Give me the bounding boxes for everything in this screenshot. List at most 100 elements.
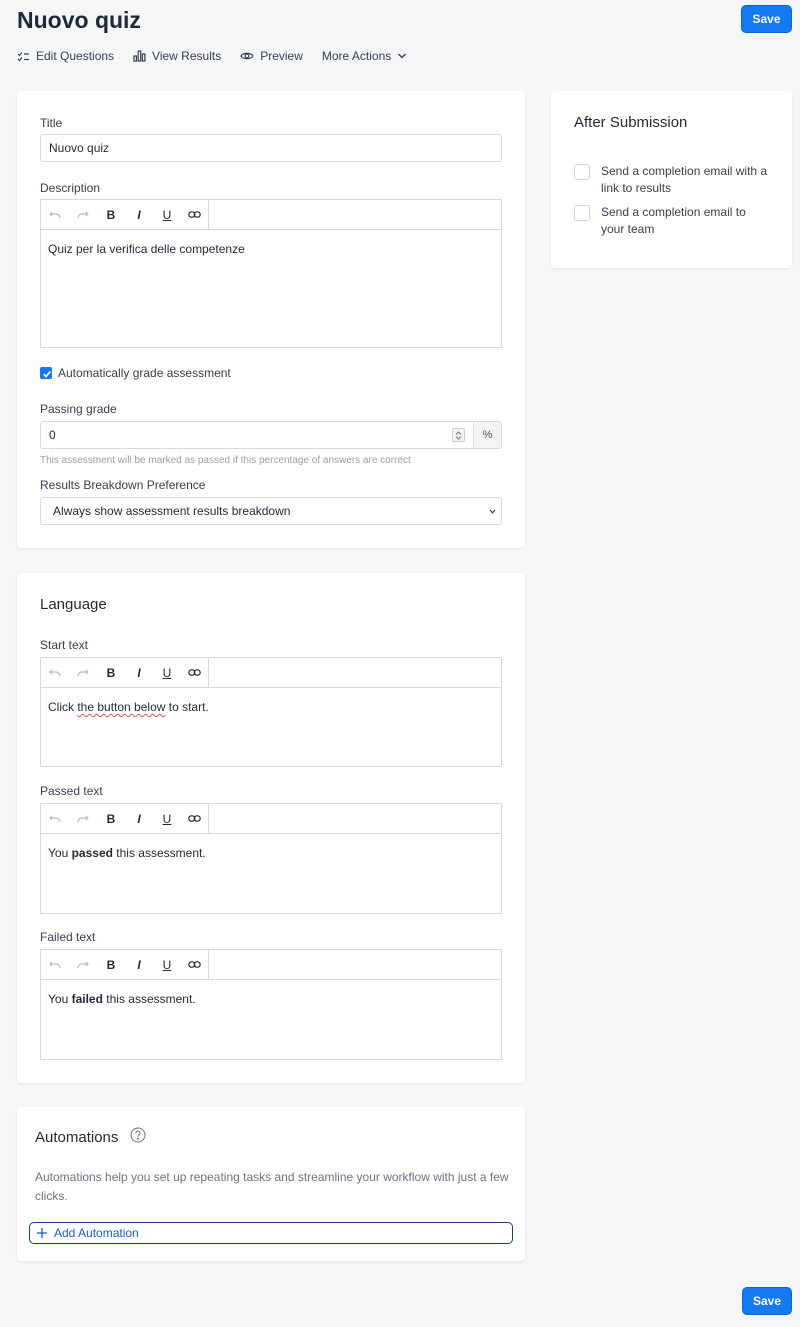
link-button[interactable] [181,804,209,833]
bold-button[interactable]: B [97,200,125,229]
italic-button[interactable]: I [125,804,153,833]
editor-toolbar: B I U [41,950,501,980]
auto-grade-label: Automatically grade assessment [58,366,231,380]
undo-icon [49,961,61,968]
redo-icon [77,669,89,676]
bold-button[interactable]: B [97,804,125,833]
language-title: Language [40,596,107,613]
check-icon [43,370,51,378]
title-input[interactable]: Nuovo quiz [40,134,502,162]
failed-text-content[interactable]: You failed this assessment. [41,980,501,1018]
chevron-down-icon [398,53,407,59]
preview-link[interactable]: Preview [240,49,303,63]
bold-button[interactable]: B [97,950,125,979]
more-actions-label: More Actions [321,49,392,63]
redo-button[interactable] [69,804,97,833]
quiz-settings-card: Title Nuovo quiz Description B I U Quiz … [17,91,525,548]
save-button-bottom[interactable]: Save [742,1287,792,1315]
editor-toolbar: B I U [41,200,501,230]
link-button[interactable] [181,200,209,229]
bar-chart-icon [133,50,146,62]
start-text-misspelled: the button below [77,700,166,714]
view-results-label: View Results [152,49,222,63]
failed-text-label: Failed text [40,930,96,944]
underline-button[interactable]: U [153,804,181,833]
eye-icon [240,52,254,60]
after-submission-title: After Submission [574,114,688,131]
link-button[interactable] [181,950,209,979]
undo-button[interactable] [41,658,69,687]
percent-addon: % [473,421,502,449]
link-icon [188,815,201,822]
page-title: Nuovo quiz [17,7,141,33]
start-text-part: Click [48,700,78,714]
edit-questions-link[interactable]: Edit Questions [17,49,114,63]
underline-button[interactable]: U [153,658,181,687]
view-results-link[interactable]: View Results [133,49,221,63]
completion-email-team-checkbox[interactable] [574,205,590,221]
completion-email-results-checkbox[interactable] [574,164,590,180]
chevron-up-icon [455,430,462,435]
passing-grade-label: Passing grade [40,402,117,416]
bold-button[interactable]: B [97,658,125,687]
italic-button[interactable]: I [125,200,153,229]
add-automation-button[interactable]: Add Automation [29,1222,513,1244]
results-pref-label: Results Breakdown Preference [40,478,206,492]
completion-email-team-label: Send a completion email to your team [601,205,746,236]
failed-text-editor: B I U You failed this assessment. [40,949,502,1060]
passed-text-editor: B I U You passed this assessment. [40,803,502,914]
redo-button[interactable] [69,658,97,687]
chevron-down-icon [455,435,462,440]
undo-button[interactable] [41,950,69,979]
redo-icon [77,961,89,968]
underline-button[interactable]: U [153,200,181,229]
link-icon [188,211,201,218]
link-button[interactable] [181,658,209,687]
add-automation-label: Add Automation [54,1226,139,1240]
start-text-content[interactable]: Click the button below to start. [41,688,501,726]
editor-toolbar: B I U [41,658,501,688]
action-toolbar: Edit Questions View Results Preview More… [17,47,426,65]
results-pref-select[interactable]: Always show assessment results breakdown [40,497,502,525]
description-content[interactable]: Quiz per la verifica delle competenze [41,230,501,268]
underline-button[interactable]: U [153,950,181,979]
redo-button[interactable] [69,200,97,229]
editor-toolbar: B I U [41,804,501,834]
more-actions-dropdown[interactable]: More Actions [322,49,407,63]
after-submission-card: After Submission Send a completion email… [551,91,792,268]
undo-button[interactable] [41,200,69,229]
passed-text-bold: passed [71,846,113,860]
start-text-editor: B I U Click the button below to start. [40,657,502,767]
undo-icon [49,815,61,822]
start-text-part: to start. [165,700,209,714]
plus-icon [37,1228,47,1238]
passing-grade-hint: This assessment will be marked as passed… [40,455,411,466]
description-label: Description [40,181,101,195]
link-icon [188,669,201,676]
checklist-icon [17,52,29,62]
automations-description: Automations help you set up repeating ta… [35,1170,509,1203]
passed-text-label: Passed text [40,784,103,798]
start-text-label: Start text [40,638,89,652]
passed-text-content[interactable]: You passed this assessment. [41,834,501,872]
chevron-down-icon [489,509,496,514]
help-circle-icon[interactable] [130,1127,146,1143]
language-card: Language Start text B I U Click the butt… [17,573,525,1083]
italic-button[interactable]: I [125,950,153,979]
failed-text-part: You [48,992,72,1006]
description-editor: B I U Quiz per la verifica delle compete… [40,199,502,348]
completion-email-results-label: Send a completion email with a link to r… [601,164,768,195]
redo-icon [77,211,89,218]
link-icon [188,961,201,968]
auto-grade-checkbox[interactable] [40,367,52,379]
save-button-top[interactable]: Save [741,5,792,33]
italic-button[interactable]: I [125,658,153,687]
automations-title: Automations [35,1129,119,1146]
undo-button[interactable] [41,804,69,833]
passing-grade-input[interactable]: 0 [40,421,474,449]
number-stepper[interactable] [452,428,465,442]
failed-text-bold: failed [71,992,103,1006]
redo-button[interactable] [69,950,97,979]
preview-label: Preview [260,49,303,63]
passed-text-part: You [48,846,72,860]
